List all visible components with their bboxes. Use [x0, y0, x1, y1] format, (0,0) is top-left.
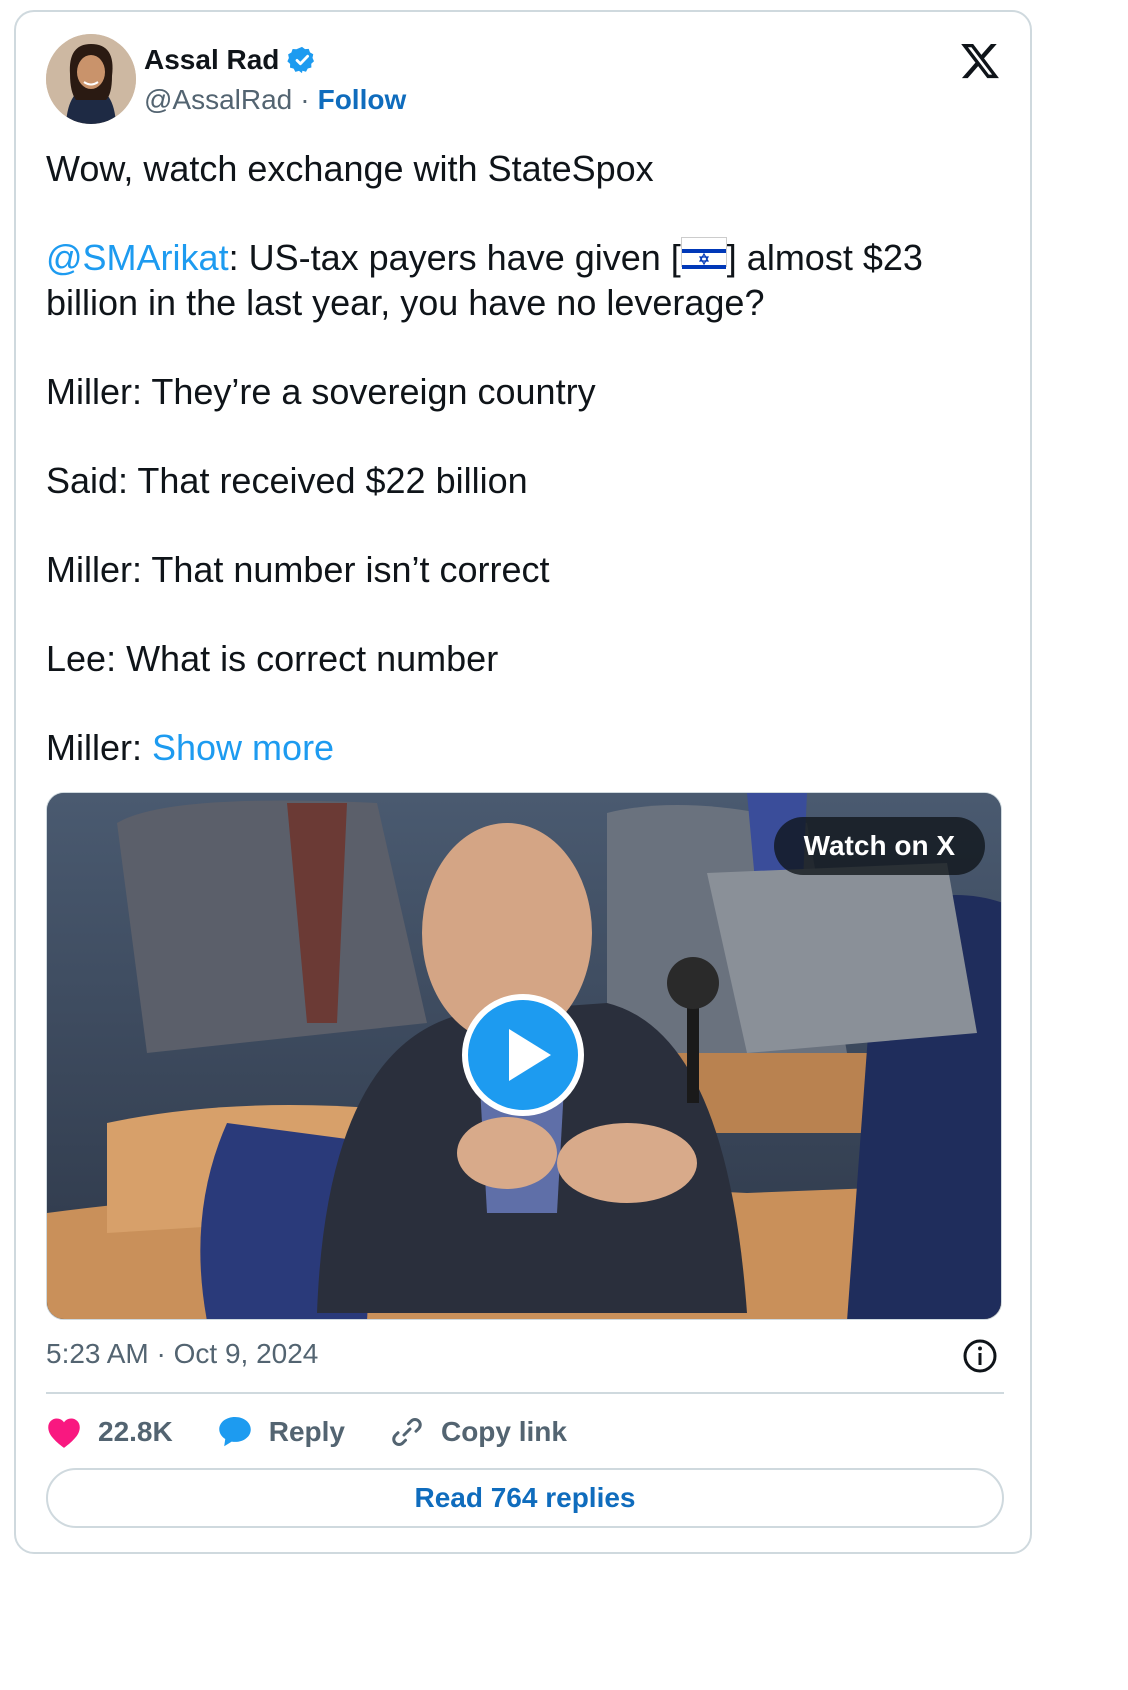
play-icon[interactable] — [461, 993, 585, 1117]
tweet-line: Lee: What is correct number — [46, 638, 499, 679]
mention-link[interactable]: @SMArikat — [46, 237, 229, 278]
avatar-image — [46, 34, 136, 124]
divider — [46, 1392, 1004, 1394]
tweet-line: Miller: They’re a sovereign country — [46, 371, 596, 412]
link-icon — [392, 1418, 422, 1446]
reply-label: Reply — [268, 1416, 345, 1447]
tweet-line: Miller: Show more — [46, 725, 996, 770]
tweet-text-segment: Miller: — [46, 727, 152, 768]
like-button[interactable]: 22.8K — [46, 1415, 173, 1449]
x-logo-icon[interactable] — [958, 40, 1002, 82]
tweet-line: Said: That received $22 billion — [46, 460, 528, 501]
separator: · — [300, 84, 310, 115]
info-icon[interactable] — [962, 1338, 998, 1374]
action-bar: 22.8K Reply Copy link — [46, 1408, 611, 1456]
heart-icon — [48, 1418, 80, 1448]
tweet-line: @SMArikat: US-tax payers have given [] a… — [46, 235, 996, 325]
author-name[interactable]: Assal Rad — [144, 44, 279, 76]
author-handle-row: @AssalRad · Follow — [144, 84, 406, 116]
read-replies-button[interactable]: Read 764 replies — [46, 1468, 1004, 1528]
author-handle[interactable]: @AssalRad — [144, 84, 292, 116]
reply-button[interactable]: Reply — [217, 1415, 345, 1449]
video-player[interactable]: Watch on X — [46, 792, 1002, 1320]
tweet-text-segment: : US-tax payers have given [ — [228, 237, 681, 278]
avatar[interactable] — [46, 34, 136, 124]
tweet-line: Wow, watch exchange with StateSpox — [46, 148, 654, 189]
tweet-text: Wow, watch exchange with StateSpox @SMAr… — [46, 146, 996, 814]
copy-link-button[interactable]: Copy link — [389, 1414, 567, 1450]
tweet-card: Assal Rad @AssalRad · Follow Wow, watch … — [14, 10, 1032, 1554]
copy-link-label: Copy link — [440, 1416, 567, 1447]
reply-bubble-icon — [218, 1417, 251, 1447]
watch-on-x-button[interactable]: Watch on X — [773, 817, 985, 875]
author-name-row: Assal Rad — [144, 44, 317, 76]
follow-button[interactable]: Follow — [318, 84, 407, 116]
tweet-timestamp[interactable]: 5:23 AM · Oct 9, 2024 — [46, 1338, 318, 1370]
show-more-link[interactable]: Show more — [152, 727, 334, 768]
verified-badge-icon — [287, 46, 315, 74]
tweet-line: Miller: That number isn’t correct — [46, 549, 550, 590]
like-count: 22.8K — [98, 1416, 173, 1447]
israel-flag-icon — [680, 237, 727, 273]
